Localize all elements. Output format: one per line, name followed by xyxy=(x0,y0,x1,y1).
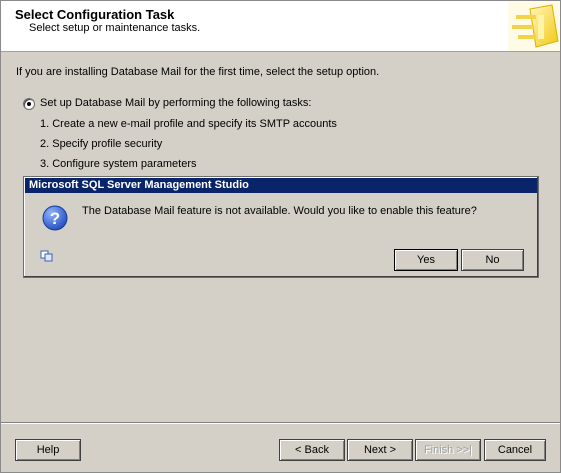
svg-text:?: ? xyxy=(50,209,60,228)
no-button[interactable]: No xyxy=(461,249,524,271)
page-subtitle: Select setup or maintenance tasks. xyxy=(29,22,201,34)
copy-icon[interactable] xyxy=(40,250,54,262)
setup-radio-button[interactable] xyxy=(23,98,35,110)
footer-divider xyxy=(1,422,560,424)
enable-feature-dialog: Microsoft SQL Server Management Studio ?… xyxy=(23,176,539,278)
no-button-label: No xyxy=(485,254,500,266)
page-title: Select Configuration Task xyxy=(15,7,175,22)
setup-option-label[interactable]: Set up Database Mail by performing the f… xyxy=(40,97,311,109)
back-button-label: < Back xyxy=(295,444,329,456)
yes-button[interactable]: Yes xyxy=(394,249,458,271)
next-button[interactable]: Next > xyxy=(347,439,413,461)
help-button-label: Help xyxy=(36,444,60,456)
yes-button-label: Yes xyxy=(417,254,435,266)
finish-button[interactable]: Finish >>| xyxy=(415,439,481,461)
wizard-header: Select Configuration Task Select setup o… xyxy=(1,1,560,52)
help-button[interactable]: Help xyxy=(15,439,81,461)
cancel-button[interactable]: Cancel xyxy=(484,439,546,461)
wizard-banner-icon xyxy=(508,1,560,51)
task-item: 1. Create a new e-mail profile and speci… xyxy=(40,118,337,130)
dialog-title: Microsoft SQL Server Management Studio xyxy=(25,178,537,193)
wizard-window: Select Configuration Task Select setup o… xyxy=(0,0,561,473)
next-button-label: Next > xyxy=(363,444,397,456)
back-button[interactable]: < Back xyxy=(279,439,345,461)
cancel-button-label: Cancel xyxy=(497,444,533,456)
radio-selected-dot xyxy=(27,102,31,106)
setup-option-text: Set up Database Mail by performing the f… xyxy=(40,97,312,109)
task-item: 3. Configure system parameters xyxy=(40,158,197,170)
question-icon: ? xyxy=(42,205,68,231)
wizard-content: If you are installing Database Mail for … xyxy=(1,52,560,422)
dialog-message: The Database Mail feature is not availab… xyxy=(82,205,477,217)
finish-button-label: Finish >>| xyxy=(423,444,473,456)
task-item: 2. Specify profile security xyxy=(40,138,163,150)
intro-text: If you are installing Database Mail for … xyxy=(16,66,380,78)
